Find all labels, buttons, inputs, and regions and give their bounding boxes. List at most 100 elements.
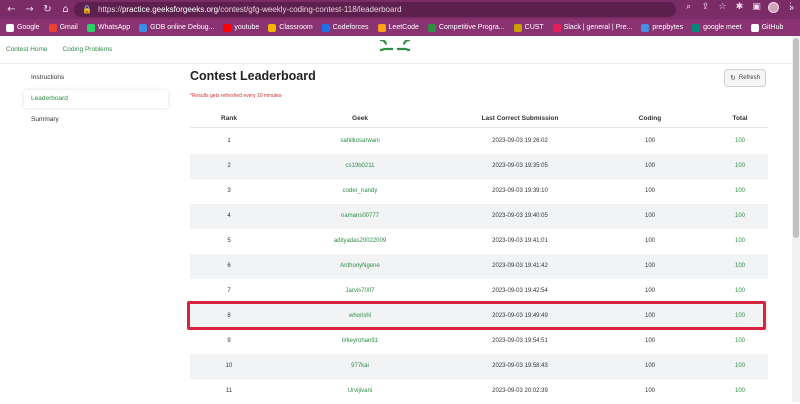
bookmark-item[interactable]: Gmail: [48, 23, 78, 32]
bookmark-label: Competitive Progra...: [438, 24, 505, 31]
cell-geek-link[interactable]: cs19b0211: [268, 154, 452, 179]
bookmark-item[interactable]: youtube: [223, 23, 260, 32]
cell-submission-time: 2023-09-03 20:02:39: [492, 388, 548, 394]
bookmark-item[interactable]: Google: [6, 23, 40, 32]
browser-actions: ⌕ ⇪ ☆ ✱ ▣ ⋮: [683, 2, 796, 13]
cell-coding-score: 100: [644, 338, 655, 344]
col-rank[interactable]: Rank: [190, 110, 268, 128]
cell-coding-score: 100: [644, 188, 655, 194]
bookmark-item[interactable]: Classroom: [268, 23, 313, 32]
sidebar-item-summary[interactable]: Summary: [24, 111, 168, 129]
zoom-icon[interactable]: ⌕: [683, 2, 694, 13]
forward-icon[interactable]: →: [23, 3, 36, 16]
refresh-icon: ↻: [730, 74, 736, 82]
cell-rank: 6: [227, 263, 231, 269]
page-title: Contest Leaderboard: [190, 69, 316, 83]
cell-rank: 10: [225, 363, 233, 369]
cell-total-score: 100: [734, 363, 745, 369]
cell-coding-score: 100: [644, 238, 655, 244]
bookmark-favicon-icon: [641, 23, 650, 32]
bookmark-favicon-icon: [6, 23, 14, 32]
cell-total-score: 100: [734, 263, 745, 269]
back-icon[interactable]: ←: [5, 3, 18, 16]
cell-geek-link[interactable]: AnthonyNgene: [268, 254, 452, 279]
cell-coding-score: 100: [644, 263, 655, 269]
bookmark-item[interactable]: CUST: [513, 23, 544, 32]
bookmark-label: Slack | general | Pre...: [563, 24, 633, 31]
sidebar-item-instructions[interactable]: Instructions: [24, 69, 168, 87]
refresh-button[interactable]: ↻ Refresh: [724, 69, 766, 87]
cell-submission-time: 2023-09-03 19:39:10: [492, 188, 548, 194]
cell-submission-time: 2023-09-03 19:58:43: [492, 363, 548, 369]
table-row: 5 adityadas20022009 2023-09-03 19:41:01 100…: [190, 229, 768, 254]
bookmark-favicon-icon: [139, 23, 148, 32]
cell-submission-time: 2023-09-03 19:26:02: [492, 138, 548, 144]
bookmark-favicon-icon: [223, 23, 232, 32]
cell-geek-link[interactable]: lirkeyrohan91: [268, 329, 452, 354]
bookmark-favicon-icon: [552, 23, 561, 32]
bookmark-label: youtube: [234, 24, 260, 31]
scrollbar-thumb[interactable]: [793, 38, 799, 238]
bookmark-item[interactable]: google meet: [692, 23, 742, 32]
cell-geek-link[interactable]: Urvijivani: [268, 379, 452, 404]
cell-geek-link[interactable]: namans00777: [268, 204, 452, 229]
bookmark-favicon-icon: [48, 23, 57, 32]
cell-geek-link[interactable]: adityadas20022009: [268, 229, 452, 254]
bookmark-label: WhatsApp: [97, 24, 131, 31]
bookmark-item[interactable]: Slack | general | Pre...: [552, 23, 633, 32]
table-row: 9 lirkeyrohan91 2023-09-03 19:54:51 100 100: [190, 329, 768, 354]
bookmark-favicon-icon: [750, 23, 759, 32]
cell-rank: 2: [227, 163, 231, 169]
coding-problems-link[interactable]: Coding Problems: [63, 46, 113, 53]
cell-submission-time: 2023-09-03 19:35:05: [492, 163, 548, 169]
col-coding[interactable]: Coding: [588, 110, 712, 128]
cell-total-score: 100: [734, 163, 745, 169]
cell-rank: 11: [225, 388, 233, 394]
col-geek[interactable]: Geek: [268, 110, 452, 128]
bookmark-item[interactable]: GDB online Debug...: [139, 23, 214, 32]
bookmark-label: Classroom: [279, 24, 313, 31]
share-icon[interactable]: ⇪: [700, 2, 711, 13]
refresh-label: Refresh: [738, 75, 760, 81]
cell-total-score: 100: [734, 388, 745, 394]
cell-total-score: 100: [734, 188, 745, 194]
contest-home-link[interactable]: Contest Home: [6, 46, 48, 53]
sidepanel-icon[interactable]: ▣: [751, 2, 762, 13]
address-bar[interactable]: 🔒 https://practice.geeksforgeeks.org/con…: [74, 2, 676, 17]
gfg-logo-icon[interactable]: [380, 40, 410, 58]
bookmark-item[interactable]: Codeforces: [321, 23, 369, 32]
cell-submission-time: 2023-09-03 19:40:05: [492, 213, 548, 219]
table-row: 3 coder_nandy 2023-09-03 19:39:10 100 100: [190, 179, 768, 204]
bookmark-item[interactable]: GitHub: [750, 23, 784, 32]
url-host: practice.geeksforgeeks.org: [121, 5, 219, 14]
col-last-submission[interactable]: Last Correct Submission: [452, 110, 588, 128]
cell-coding-score: 100: [644, 213, 655, 219]
bookmark-favicon-icon: [377, 23, 386, 32]
cell-total-score: 100: [734, 213, 745, 219]
reload-icon[interactable]: ↻: [41, 3, 54, 16]
col-total[interactable]: Total: [712, 110, 768, 128]
home-icon[interactable]: ⌂: [59, 3, 72, 16]
bookmark-favicon-icon: [427, 23, 436, 32]
bookmark-item[interactable]: prepbytes: [641, 23, 684, 32]
bookmark-star-icon[interactable]: ☆: [717, 2, 728, 13]
table-row: 4 namans00777 2023-09-03 19:40:05 100 100: [190, 204, 768, 229]
cell-geek-link[interactable]: 977kai: [268, 354, 452, 379]
profile-avatar[interactable]: [768, 2, 779, 13]
cell-rank: 4: [227, 213, 231, 219]
cell-geek-link[interactable]: sahilkosarwani: [268, 129, 452, 154]
table-row: 6 AnthonyNgene 2023-09-03 19:41:42 100 100: [190, 254, 768, 279]
bookmark-label: prepbytes: [652, 24, 684, 31]
extensions-icon[interactable]: ✱: [734, 2, 745, 13]
bookmark-label: GitHub: [761, 24, 784, 31]
bookmark-item[interactable]: Competitive Progra...: [427, 23, 505, 32]
table-row: 2 cs19b0211 2023-09-03 19:35:05 100 100: [190, 154, 768, 179]
bookmarks-overflow-icon[interactable]: »: [790, 3, 794, 12]
bookmark-favicon-icon: [321, 23, 330, 32]
bookmark-item[interactable]: LeetCode: [377, 23, 419, 32]
url-prefix: https://: [97, 5, 122, 14]
lock-icon: 🔒: [82, 5, 92, 14]
bookmark-item[interactable]: WhatsApp: [86, 23, 131, 32]
cell-geek-link[interactable]: coder_nandy: [268, 179, 452, 204]
sidebar-item-leaderboard[interactable]: Leaderboard: [24, 90, 168, 108]
